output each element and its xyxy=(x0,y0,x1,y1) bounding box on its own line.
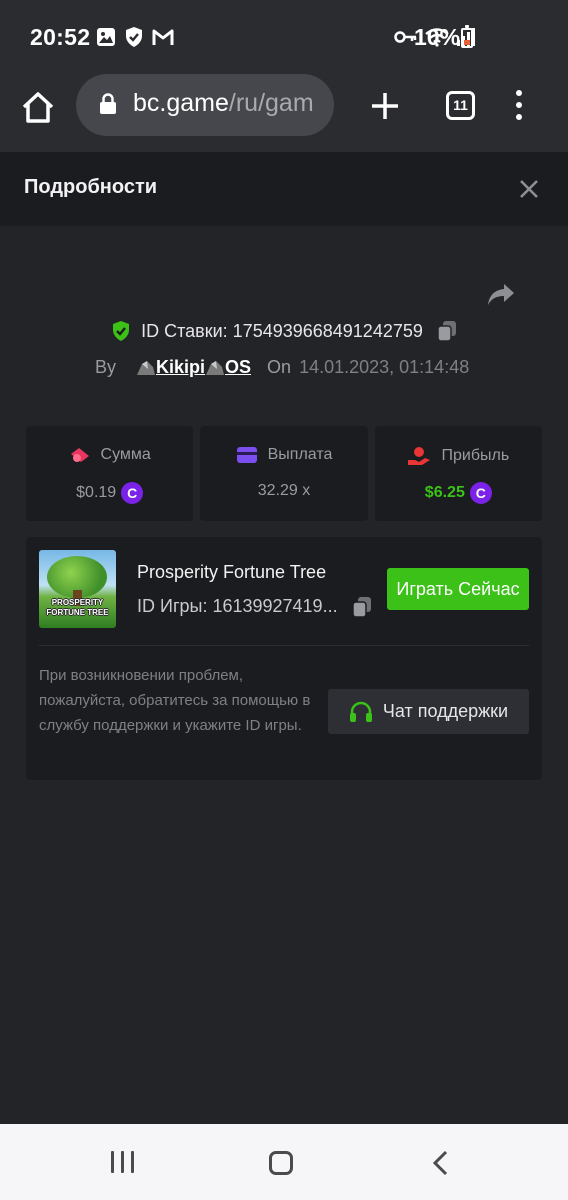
tab-switcher-button[interactable]: 11 xyxy=(446,91,475,120)
browser-toolbar: bc.game/ru/gam 11 xyxy=(0,74,568,152)
status-time: 20:52 xyxy=(30,24,91,50)
browser-menu-icon[interactable] xyxy=(516,90,522,120)
copy-icon[interactable] xyxy=(352,596,372,618)
recent-apps-icon[interactable] xyxy=(111,1151,134,1173)
bet-id-label: ID Ставки: xyxy=(141,320,228,341)
lock-icon xyxy=(100,93,116,114)
bet-author-row: By Kikipi OS On 14.01.2023, 01:14:48 xyxy=(95,357,469,378)
verified-shield-icon xyxy=(113,321,130,341)
shield-icon xyxy=(126,27,142,47)
by-label: By xyxy=(95,357,117,377)
game-name: Prosperity Fortune Tree xyxy=(137,562,327,582)
home-button-icon[interactable] xyxy=(269,1151,293,1175)
notification-icons xyxy=(96,26,174,48)
modal-header: Подробности xyxy=(0,152,568,226)
back-icon[interactable] xyxy=(432,1150,450,1176)
system-nav-bar xyxy=(0,1124,568,1200)
copy-icon[interactable] xyxy=(437,320,457,342)
modal-title: Подробности xyxy=(24,176,158,198)
support-chat-button[interactable]: Чат поддержки xyxy=(328,689,529,734)
thumbnail-title-line2: FORTUNE TREE xyxy=(46,608,109,617)
status-bar: 20:52 10% xyxy=(0,0,568,76)
on-label: On xyxy=(267,357,292,377)
home-icon[interactable] xyxy=(20,90,56,126)
close-icon[interactable] xyxy=(518,178,540,200)
battery-percent: 10% xyxy=(414,24,461,50)
gmail-icon xyxy=(152,29,174,45)
stat-amount-label: Сумма xyxy=(100,446,151,463)
bet-id-text: ID Ставки: 1754939668491242759 xyxy=(141,321,423,342)
headphones-icon xyxy=(349,701,372,722)
stat-payout: Выплата 32.29 x xyxy=(200,426,368,521)
divider xyxy=(39,645,529,646)
gallery-icon xyxy=(97,28,115,46)
new-tab-icon[interactable] xyxy=(370,91,400,121)
rock-emoji-icon xyxy=(137,360,156,375)
username-suffix: OS xyxy=(225,357,252,377)
stat-amount: Сумма $0.19 C xyxy=(26,426,194,521)
bet-stats: Сумма $0.19 C Выплата 32.29 x Прибыль $6… xyxy=(26,426,542,521)
url-path: /ru/gam xyxy=(228,89,314,117)
stat-profit-label: Прибыль xyxy=(441,447,510,464)
coin-icon: C xyxy=(469,482,492,504)
rock-emoji-icon xyxy=(206,360,225,375)
stat-profit-value: $6.25 xyxy=(424,484,465,501)
stat-payout-label: Выплата xyxy=(267,446,333,463)
profit-hand-icon xyxy=(408,447,431,465)
stat-profit: Прибыль $6.25 C xyxy=(374,426,542,521)
support-chat-label: Чат поддержки xyxy=(382,701,509,721)
coin-icon: C xyxy=(121,482,144,504)
username-text: Kikipi xyxy=(156,357,206,377)
game-thumbnail[interactable]: PROSPERITY FORTUNE TREE xyxy=(39,550,116,628)
bet-date: 14.01.2023, 01:14:48 xyxy=(299,357,470,377)
url-host: bc.game xyxy=(133,89,229,117)
battery-level xyxy=(464,40,470,45)
stat-payout-value: 32.29 x xyxy=(257,482,311,499)
game-card: PROSPERITY FORTUNE TREE Prosperity Fortun… xyxy=(26,537,542,780)
bet-details: ID Ставки: 1754939668491242759 By Kikipi… xyxy=(0,226,568,1124)
card-icon xyxy=(236,447,257,463)
battery-icon xyxy=(461,25,473,48)
chips-icon xyxy=(70,448,89,462)
support-help-text: При возникновении проблем, пожалуйста, о… xyxy=(39,667,311,734)
username-link[interactable]: Kikipi OS xyxy=(136,357,251,378)
stat-amount-value: $0.19 xyxy=(76,484,117,501)
url-text: bc.game/ru/gam xyxy=(133,89,314,118)
bet-id-row: ID Ставки: 1754939668491242759 xyxy=(0,320,568,342)
thumbnail-title-line1: PROSPERITY xyxy=(51,598,104,607)
play-now-button[interactable]: Играть Сейчас xyxy=(387,568,529,610)
bet-id-value: 1754939668491242759 xyxy=(232,320,423,341)
address-bar[interactable]: bc.game/ru/gam xyxy=(76,74,334,136)
game-id: ID Игры: 16139927419... xyxy=(137,596,338,616)
share-icon[interactable] xyxy=(486,282,516,308)
